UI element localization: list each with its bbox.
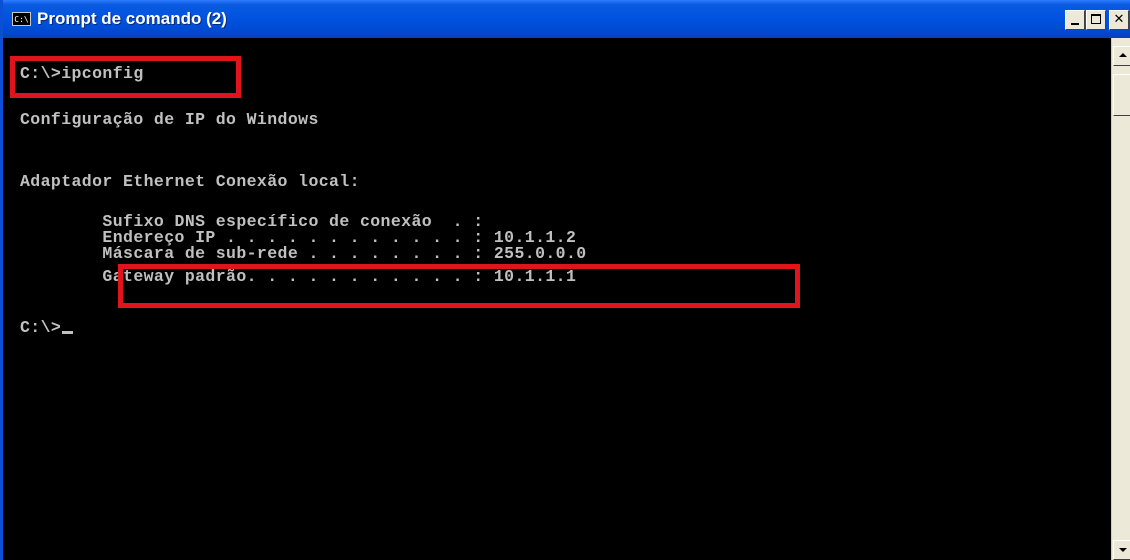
vertical-scrollbar[interactable]: [1111, 38, 1130, 560]
window-title: Prompt de comando (2): [37, 9, 227, 28]
minimize-icon: [1071, 23, 1079, 25]
output-line-header: Configuração de IP do Windows: [20, 110, 319, 129]
close-icon: ✕: [1113, 12, 1125, 27]
arrow-down-icon: [1119, 548, 1127, 552]
console-output[interactable]: C:\>ipconfig Configuração de IP do Windo…: [6, 38, 1111, 560]
maximize-icon: [1091, 14, 1101, 24]
highlight-box-command: [10, 56, 241, 98]
scroll-up-button[interactable]: [1113, 46, 1130, 66]
minimize-button[interactable]: [1065, 10, 1085, 30]
scrollbar-thumb[interactable]: [1113, 74, 1130, 116]
close-button[interactable]: ✕: [1109, 10, 1129, 30]
command-prompt-icon[interactable]: C:\: [12, 12, 31, 26]
title-bar[interactable]: C:\ Prompt de comando (2) ✕: [3, 0, 1130, 38]
output-line-adapter: Adaptador Ethernet Conexão local:: [20, 172, 360, 191]
prompt-line: C:\>: [20, 318, 74, 337]
maximize-button[interactable]: [1086, 10, 1106, 30]
scroll-down-button[interactable]: [1113, 540, 1130, 560]
arrow-up-icon: [1119, 53, 1127, 57]
prompt-text: C:\>: [20, 318, 62, 337]
highlight-box-gateway: [118, 264, 800, 308]
command-prompt-window: C:\ Prompt de comando (2) ✕ C:\>ipconfig…: [0, 0, 1130, 560]
output-line-subnet-mask: Máscara de sub-rede . . . . . . . . : 25…: [20, 244, 587, 263]
text-cursor: [62, 331, 74, 334]
